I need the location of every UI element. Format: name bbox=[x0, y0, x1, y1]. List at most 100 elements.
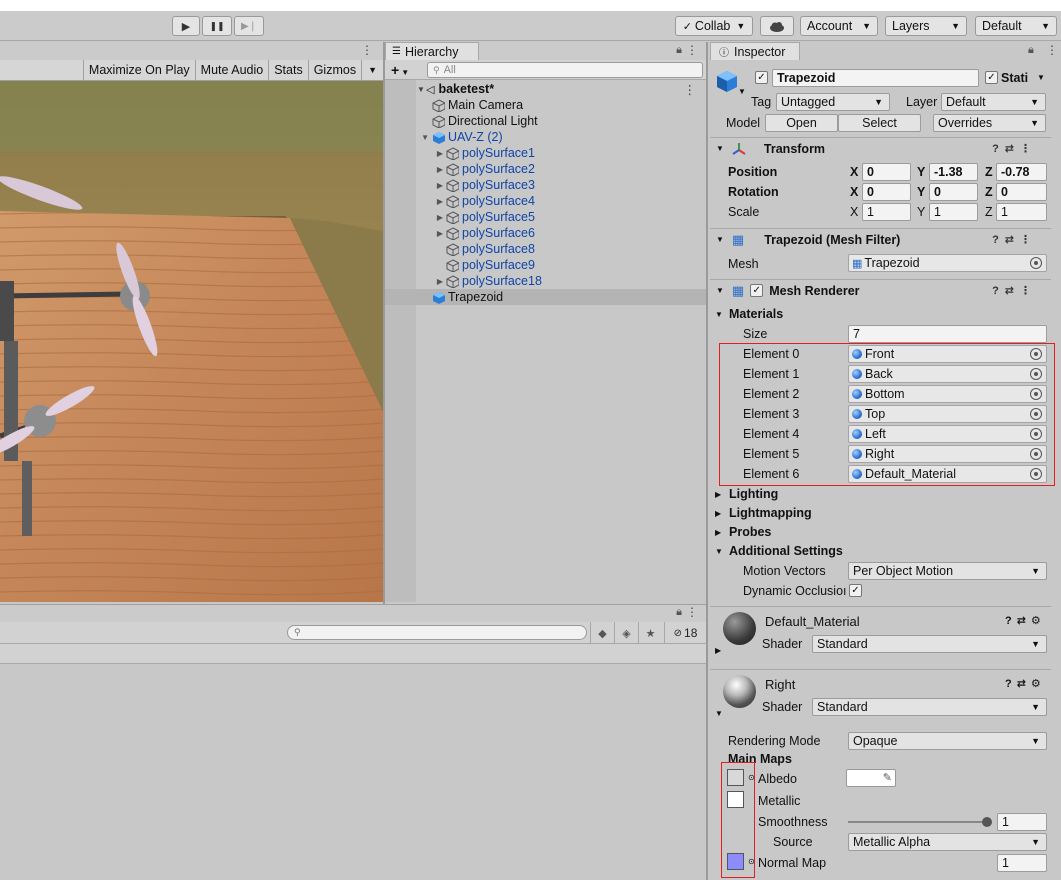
expand-arrow-icon[interactable]: ▶ bbox=[416, 277, 446, 286]
hierarchy-item[interactable]: ▼ UAV-Z (2) bbox=[416, 129, 706, 145]
more-options-icon[interactable]: ⋮ bbox=[686, 43, 698, 57]
filter-by-label-button[interactable]: ◈ bbox=[614, 622, 638, 644]
x-axis-label[interactable]: X bbox=[850, 165, 858, 179]
expand-arrow-icon[interactable]: ▶ bbox=[416, 197, 446, 206]
tab-hierarchy[interactable]: ☰ Hierarchy bbox=[385, 42, 479, 60]
lightmapping-foldout[interactable]: Lightmapping bbox=[729, 506, 812, 520]
shader-dropdown[interactable]: Standard ▼ bbox=[812, 698, 1047, 716]
expand-arrow-icon[interactable]: ▶ bbox=[715, 509, 721, 518]
scale-z-field[interactable]: 1 bbox=[996, 203, 1047, 221]
albedo-color-field[interactable]: ✎ bbox=[846, 769, 896, 787]
layers-dropdown[interactable]: Layers ▼ bbox=[885, 16, 967, 36]
layout-dropdown[interactable]: Default ▼ bbox=[975, 16, 1057, 36]
lighting-foldout[interactable]: Lighting bbox=[729, 487, 778, 501]
expand-arrow-icon[interactable]: ▶ bbox=[416, 229, 446, 238]
x-axis-label[interactable]: X bbox=[850, 205, 858, 219]
hierarchy-item[interactable]: Trapezoid bbox=[385, 289, 706, 305]
game-view-render[interactable] bbox=[0, 81, 383, 602]
gizmos-dropdown-icon[interactable]: ▼ bbox=[361, 59, 383, 81]
transform-header[interactable]: ▼ Transform ?⇄⋮ bbox=[710, 137, 1051, 159]
eyedropper-icon[interactable]: ✎ bbox=[883, 771, 892, 784]
chevron-down-icon[interactable]: ▼ bbox=[1037, 73, 1045, 82]
expand-arrow-icon[interactable]: ▶ bbox=[416, 165, 446, 174]
expand-arrow-icon[interactable]: ▶ bbox=[715, 490, 721, 499]
expand-arrow-icon[interactable]: ▶ bbox=[416, 213, 446, 222]
hierarchy-item[interactable]: ▶ polySurface5 bbox=[416, 209, 706, 225]
hierarchy-item[interactable]: Directional Light bbox=[416, 113, 706, 129]
project-search-input[interactable]: ⚲ bbox=[287, 625, 587, 640]
collab-dropdown[interactable]: ✓ Collab ▼ bbox=[675, 16, 753, 36]
hierarchy-item[interactable]: ▶ polySurface4 bbox=[416, 193, 706, 209]
expand-arrow-icon[interactable]: ▶ bbox=[416, 181, 446, 190]
favorites-button[interactable]: ★ bbox=[638, 622, 662, 644]
materials-expand-icon[interactable]: ▼ bbox=[715, 310, 723, 319]
position-y-field[interactable]: -1.38 bbox=[929, 163, 978, 181]
smoothness-slider-track[interactable] bbox=[848, 821, 988, 823]
icon-dropdown-arrow[interactable]: ▼ bbox=[738, 87, 746, 96]
stats-button[interactable]: Stats bbox=[268, 59, 308, 81]
y-axis-label[interactable]: Y bbox=[917, 165, 925, 179]
y-axis-label[interactable]: Y bbox=[917, 205, 925, 219]
cloud-button[interactable] bbox=[760, 16, 794, 36]
mesh-field[interactable]: ▦ Trapezoid bbox=[848, 254, 1047, 272]
scale-y-field[interactable]: 1 bbox=[929, 203, 978, 221]
open-button[interactable]: Open bbox=[765, 114, 838, 132]
hierarchy-item[interactable]: polySurface8 bbox=[416, 241, 706, 257]
x-axis-label[interactable]: X bbox=[850, 185, 858, 199]
z-axis-label[interactable]: Z bbox=[985, 185, 993, 199]
dynamic-occlusion-checkbox[interactable]: ✓ bbox=[849, 584, 862, 597]
component-header-icons[interactable]: ?⇄⋮ bbox=[992, 284, 1037, 297]
lock-icon[interactable]: 🔒︎ bbox=[1028, 44, 1034, 57]
hierarchy-item[interactable]: ▶ polySurface3 bbox=[416, 177, 706, 193]
y-axis-label[interactable]: Y bbox=[917, 185, 925, 199]
create-button[interactable]: + ▼ bbox=[391, 62, 409, 78]
collapse-arrow-icon[interactable]: ▼ bbox=[715, 709, 723, 718]
rotation-z-field[interactable]: 0 bbox=[996, 183, 1047, 201]
position-x-field[interactable]: 0 bbox=[862, 163, 911, 181]
pause-button[interactable]: ❚❚ bbox=[202, 16, 232, 36]
object-picker-icon[interactable] bbox=[1030, 257, 1042, 269]
rotation-x-field[interactable]: 0 bbox=[862, 183, 911, 201]
shader-dropdown[interactable]: Standard ▼ bbox=[812, 635, 1047, 653]
hierarchy-item[interactable]: ▶ polySurface1 bbox=[416, 145, 706, 161]
material-header-icons[interactable]: ?⇄⚙ bbox=[1005, 614, 1046, 627]
z-axis-label[interactable]: Z bbox=[985, 165, 993, 179]
hierarchy-item[interactable]: ▶ polySurface6 bbox=[416, 225, 706, 241]
hierarchy-item[interactable]: Main Camera bbox=[416, 97, 706, 113]
step-button[interactable]: ▶❘ bbox=[234, 16, 264, 36]
hierarchy-item[interactable]: polySurface9 bbox=[416, 257, 706, 273]
overrides-dropdown[interactable]: Overrides ▼ bbox=[933, 114, 1046, 132]
additional-settings-foldout[interactable]: Additional Settings bbox=[729, 544, 843, 558]
probes-foldout[interactable]: Probes bbox=[729, 525, 771, 539]
scene-row[interactable]: ▼ ◁ baketest* ⋮ bbox=[416, 81, 706, 97]
collapse-arrow-icon[interactable]: ▼ bbox=[715, 547, 723, 556]
play-button[interactable]: ▶ bbox=[172, 16, 200, 36]
scene-menu-icon[interactable]: ⋮ bbox=[684, 82, 697, 97]
more-options-icon[interactable]: ⋮ bbox=[686, 605, 698, 619]
filter-by-type-button[interactable]: ◆ bbox=[590, 622, 614, 644]
mute-audio-button[interactable]: Mute Audio bbox=[194, 59, 269, 81]
rendering-mode-dropdown[interactable]: Opaque ▼ bbox=[848, 732, 1047, 750]
mesh-filter-header[interactable]: ▼ ▦ Trapezoid (Mesh Filter) ?⇄⋮ bbox=[710, 228, 1051, 250]
more-options-icon[interactable]: ⋮ bbox=[361, 43, 373, 57]
expand-arrow-icon[interactable]: ▼ bbox=[416, 85, 426, 94]
material-header-icons[interactable]: ?⇄⚙ bbox=[1005, 677, 1046, 690]
position-z-field[interactable]: -0.78 bbox=[996, 163, 1047, 181]
source-dropdown[interactable]: Metallic Alpha ▼ bbox=[848, 833, 1047, 851]
tab-inspector[interactable]: ⓘ Inspector bbox=[710, 42, 800, 60]
material-default-header[interactable] bbox=[710, 606, 1051, 662]
expand-arrow-icon[interactable]: ▶ bbox=[715, 646, 721, 655]
mesh-renderer-enabled-checkbox[interactable]: ✓ bbox=[750, 284, 764, 297]
material-right-header[interactable] bbox=[710, 669, 1051, 725]
account-dropdown[interactable]: Account ▼ bbox=[800, 16, 878, 36]
layer-dropdown[interactable]: Default ▼ bbox=[941, 93, 1046, 111]
hidden-packages-button[interactable]: ⊘ 18 bbox=[664, 622, 706, 644]
expand-arrow-icon[interactable]: ▶ bbox=[715, 528, 721, 537]
component-header-icons[interactable]: ?⇄⋮ bbox=[992, 142, 1037, 155]
scale-x-field[interactable]: 1 bbox=[862, 203, 911, 221]
more-options-icon[interactable]: ⋮ bbox=[1046, 43, 1058, 57]
gizmos-button[interactable]: Gizmos bbox=[307, 59, 361, 81]
expand-arrow-icon[interactable]: ▶ bbox=[416, 149, 446, 158]
motion-vectors-dropdown[interactable]: Per Object Motion ▼ bbox=[848, 562, 1047, 580]
rotation-y-field[interactable]: 0 bbox=[929, 183, 978, 201]
